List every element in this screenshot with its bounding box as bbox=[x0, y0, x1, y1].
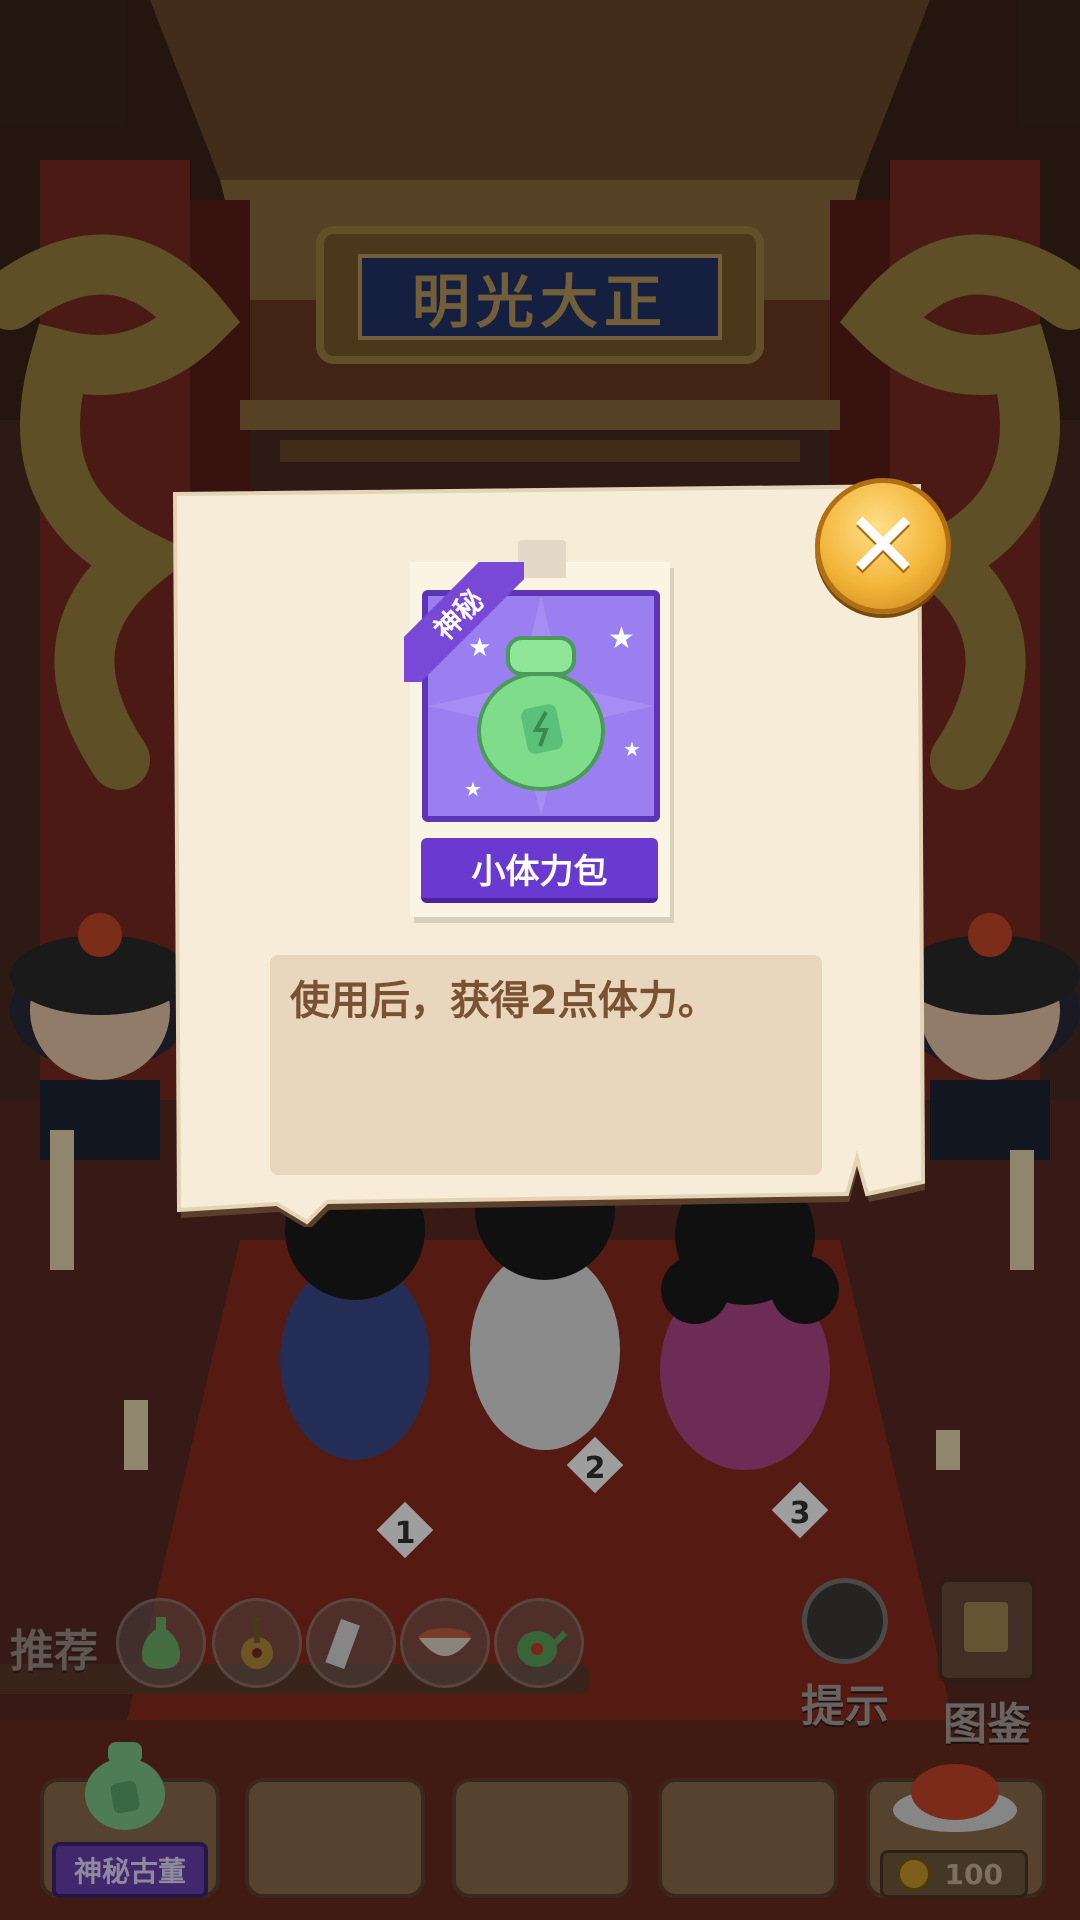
svg-text:★: ★ bbox=[623, 737, 641, 761]
close-icon: ✕ bbox=[844, 492, 922, 599]
close-button[interactable]: ✕ bbox=[815, 478, 951, 614]
item-name-label: 小体力包 bbox=[421, 838, 658, 903]
svg-text:★: ★ bbox=[464, 777, 482, 801]
card-corner-ribbon: 神秘 bbox=[404, 562, 524, 682]
item-description-text: 使用后，获得2点体力。 bbox=[290, 978, 718, 1024]
card-tape bbox=[518, 540, 566, 578]
mystery-tag: 神秘 bbox=[404, 562, 524, 682]
svg-text:★: ★ bbox=[608, 621, 635, 656]
